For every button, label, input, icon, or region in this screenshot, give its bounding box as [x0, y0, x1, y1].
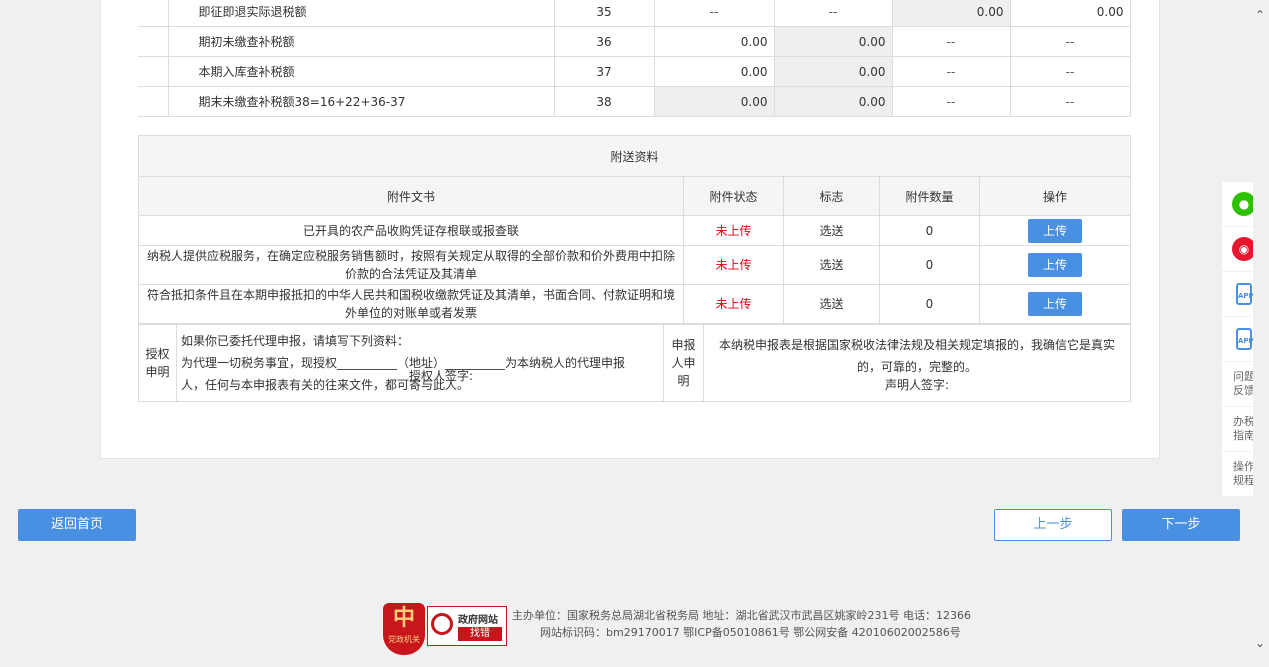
footer-organizer: 主办单位：国家税务总局湖北省税务局 地址：湖北省武汉市武昌区姚家岭231号 电话…	[512, 609, 971, 622]
row-value: 0.00	[773, 56, 893, 87]
row-number: 35	[553, 0, 655, 27]
attachment-flag: 选送	[783, 284, 880, 324]
attachment-flag: 选送	[783, 215, 880, 246]
row-value: --	[891, 26, 1011, 57]
gov-site-error-badge[interactable]: 政府网站 找错	[427, 606, 507, 646]
header-document: 附件文书	[138, 176, 684, 216]
attachment-count: 0	[879, 284, 980, 324]
attachment-status: 未上传	[683, 245, 784, 285]
auth-label: 授权申明	[138, 324, 177, 402]
auth-signature: 授权人签字:	[409, 369, 474, 383]
row-value: 0.00	[653, 86, 775, 117]
row-value: 0.00	[773, 86, 893, 117]
declarer-label: 申报人申明	[663, 324, 704, 402]
upload-button[interactable]: 上传	[1028, 253, 1083, 277]
next-step-button[interactable]: 下一步	[1122, 509, 1240, 541]
declaration-table: 授权申明 如果你已委托代理申报，请填写下列资料： 为代理一切税务事宜，现授权__…	[138, 324, 1131, 402]
row-value: 0.00	[1009, 0, 1131, 27]
declarer-line1: 本纳税申报表是根据国家税收法律法规及相关规定填报的，我确信它是真实	[718, 338, 1115, 352]
row-label: 期初未缴查补税额	[167, 26, 555, 57]
attachment-doc: 符合抵扣条件且在本期申报抵扣的中华人民共和国税收缴款凭证及其清单，书面合同、付款…	[138, 284, 684, 324]
row-value: --	[891, 56, 1011, 87]
auth-line1: 如果你已委托代理申报，请填写下列资料：	[181, 334, 410, 348]
attachment-row: 已开具的农产品收购凭证存根联或报查联 未上传 选送 0 上传	[138, 215, 1132, 246]
row-value: --	[653, 0, 775, 27]
attachment-status: 未上传	[683, 284, 784, 324]
attachment-status: 未上传	[683, 215, 784, 246]
upload-button[interactable]: 上传	[1028, 218, 1083, 243]
header-action: 操作	[978, 176, 1132, 216]
declarer-signature: 声明人签字:	[884, 378, 950, 392]
header-count: 附件数量	[879, 176, 980, 216]
attachment-count: 0	[879, 245, 980, 285]
scroll-up-icon[interactable]: ⌃	[1255, 8, 1265, 22]
row-label: 即征即退实际退税额	[167, 0, 555, 27]
row-number: 36	[553, 26, 655, 57]
badge-title: 政府网站	[458, 615, 498, 626]
row-number: 38	[553, 86, 655, 117]
tax-row: 即征即退实际退税额 35 -- -- 0.00 0.00	[138, 0, 1131, 27]
attachments-title: 附送资料	[137, 135, 1132, 177]
government-emblem-icon: 中 党政机关	[383, 603, 425, 655]
footer: 中 党政机关 政府网站 找错 主办单位：国家税务总局湖北省税务局 地址：湖北省武…	[0, 597, 1269, 662]
attachment-flag: 选送	[783, 245, 880, 285]
row-spacer	[138, 26, 169, 57]
row-spacer	[138, 0, 169, 27]
row-label: 本期入库查补税额	[167, 56, 555, 87]
tax-row: 期末未缴查补税额38=16+22+36-37 38 0.00 0.00 -- --	[138, 86, 1131, 117]
row-spacer	[138, 56, 169, 87]
scroll-down-icon[interactable]: ⌄	[1255, 636, 1265, 650]
attachment-doc: 已开具的农产品收购凭证存根联或报查联	[138, 215, 684, 246]
magnifier-icon	[431, 613, 453, 635]
declarer-line2: 的，可靠的，完整的。	[856, 360, 977, 374]
form-content: 即征即退实际退税额 35 -- -- 0.00 0.00 期初未缴查补税额 36 0.00 0.0…	[100, 0, 1160, 459]
footer-registration: 网站标识码：bm29170017 鄂ICP备05010861号 鄂公网安备 42…	[540, 626, 961, 639]
tax-summary-table: 即征即退实际退税额 35 -- -- 0.00 0.00 期初未缴查补税额 36 0.00 0.0…	[138, 0, 1131, 117]
row-value: --	[1009, 86, 1131, 117]
attachments-table: 附送资料 附件文书 附件状态 标志 附件数量 操作 已开具的农产品收购凭证存根联…	[137, 135, 1132, 324]
upload-button[interactable]: 上传	[1028, 292, 1083, 316]
row-value: --	[891, 86, 1011, 117]
row-value: 0.00	[773, 26, 893, 57]
app-icon: APP	[1236, 328, 1254, 350]
row-value: 0.00	[891, 0, 1011, 27]
header-status: 附件状态	[683, 176, 784, 216]
row-label: 期末未缴查补税额38=16+22+36-37	[167, 86, 555, 117]
row-number: 37	[553, 56, 655, 87]
tax-row: 本期入库查补税额 37 0.00 0.00 -- --	[138, 56, 1131, 87]
attachment-row: 符合抵扣条件且在本期申报抵扣的中华人民共和国税收缴款凭证及其清单，书面合同、付款…	[138, 284, 1132, 324]
row-value: --	[1009, 56, 1131, 87]
row-value: 0.00	[653, 26, 775, 57]
row-value: --	[773, 0, 893, 27]
step-navigation: 返回首页 上一步 下一步	[0, 500, 1269, 550]
attachment-doc: 纳税人提供应税服务，在确定应税服务销售额时，按照有关规定从取得的全部价款和价外费…	[138, 245, 684, 285]
attachment-count: 0	[879, 215, 980, 246]
app-icon: APP	[1236, 283, 1254, 305]
scrollbar[interactable]: ⌃ ⌄	[1253, 0, 1269, 667]
badge-subtitle: 找错	[458, 627, 502, 641]
home-button[interactable]: 返回首页	[18, 509, 136, 541]
attachment-row: 纳税人提供应税服务，在确定应税服务销售额时，按照有关规定从取得的全部价款和价外费…	[138, 245, 1132, 285]
prev-step-button[interactable]: 上一步	[994, 509, 1112, 541]
tax-row: 期初未缴查补税额 36 0.00 0.00 -- --	[138, 26, 1131, 57]
row-value: --	[1009, 26, 1131, 57]
row-value: 0.00	[653, 56, 775, 87]
header-flag: 标志	[783, 176, 880, 216]
row-spacer	[138, 86, 169, 117]
